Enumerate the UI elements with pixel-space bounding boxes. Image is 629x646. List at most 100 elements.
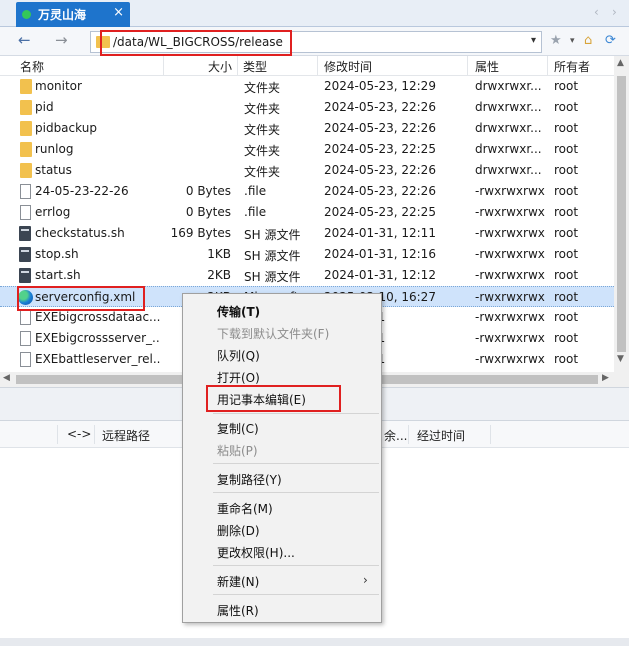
file-name: 24-05-23-22-26 bbox=[35, 184, 129, 198]
menu-item-paste: 粘贴(P) bbox=[217, 444, 258, 458]
column-remote-path[interactable]: 远程路径 bbox=[102, 427, 150, 444]
menu-item-delete[interactable]: 删除(D) bbox=[217, 522, 260, 539]
table-row[interactable]: start.sh 2KB SH 源文件 2024-01-31, 12:12 -rwxrw… bbox=[0, 265, 614, 286]
scroll-right-icon[interactable]: ▶ bbox=[602, 373, 609, 383]
refresh-icon[interactable]: ⟳ bbox=[605, 33, 616, 48]
file-name: pid bbox=[35, 100, 54, 114]
file-owner: root bbox=[554, 100, 579, 114]
file-attrs: drwxrwxr... bbox=[475, 163, 542, 177]
file-attrs: -rwxrwxrwx bbox=[475, 205, 545, 219]
file-owner: root bbox=[554, 247, 579, 261]
file-type: 文件夹 bbox=[244, 123, 281, 137]
file-attrs: drwxrwxr... bbox=[475, 121, 542, 135]
file-type: SH 源文件 bbox=[244, 249, 301, 263]
file-type: 文件夹 bbox=[244, 81, 281, 95]
column-owner[interactable]: 所有者 bbox=[554, 58, 590, 75]
tab-scroll-left-icon[interactable]: ‹ bbox=[594, 5, 599, 19]
back-icon[interactable]: ← bbox=[18, 31, 31, 49]
column-remaining[interactable]: 余... bbox=[384, 427, 407, 444]
address-toolbar: ← → /data/WL_BIGCROSS/release ▾ ★ ▾ ⌂ ⟳ bbox=[0, 27, 629, 56]
tab-scroll-right-icon[interactable]: › bbox=[612, 5, 617, 19]
file-modified: 2024-01-31, 12:12 bbox=[324, 268, 436, 282]
file-name: EXEbigcrossdataac... bbox=[35, 310, 160, 324]
file-name: start.sh bbox=[35, 268, 81, 282]
file-owner: root bbox=[554, 121, 579, 135]
file-owner: root bbox=[554, 142, 579, 156]
file-owner: root bbox=[554, 226, 579, 240]
file-attrs: -rwxrwxrwx bbox=[475, 184, 545, 198]
file-owner: root bbox=[554, 79, 579, 93]
file-modified: 2024-05-23, 22:25 bbox=[324, 142, 436, 156]
bookmark-star-icon[interactable]: ★ bbox=[550, 33, 562, 48]
table-row[interactable]: pidbackup 文件夹 2024-05-23, 22:26 drwxrwxr...… bbox=[0, 118, 614, 139]
column-modified[interactable]: 修改时间 bbox=[324, 58, 372, 75]
file-owner: root bbox=[554, 163, 579, 177]
table-row[interactable]: checkstatus.sh 169 Bytes SH 源文件 2024-01-31,… bbox=[0, 223, 614, 244]
column-type[interactable]: 类型 bbox=[243, 58, 267, 75]
file-modified: 2024-05-23, 12:29 bbox=[324, 79, 436, 93]
forward-icon[interactable]: → bbox=[55, 31, 68, 49]
column-size[interactable]: 大小 bbox=[208, 58, 232, 75]
file-owner: root bbox=[554, 205, 579, 219]
column-name[interactable]: 名称 bbox=[20, 58, 44, 75]
menu-item-rename[interactable]: 重命名(M) bbox=[217, 500, 273, 517]
file-owner: root bbox=[554, 310, 579, 324]
submenu-arrow-icon: › bbox=[363, 573, 368, 587]
table-row[interactable]: pid 文件夹 2024-05-23, 22:26 drwxrwxr... root bbox=[0, 97, 614, 118]
file-attrs: -rwxrwxrwx bbox=[475, 290, 545, 304]
column-elapsed[interactable]: 经过时间 bbox=[417, 427, 465, 444]
menu-item-open[interactable]: 打开(O) bbox=[217, 369, 260, 386]
home-folder-icon[interactable]: ⌂ bbox=[584, 33, 592, 48]
table-row[interactable]: runlog 文件夹 2024-05-23, 22:25 drwxrwxr... roo… bbox=[0, 139, 614, 160]
menu-item-copy-path[interactable]: 复制路径(Y) bbox=[217, 471, 282, 488]
file-size: 0 Bytes bbox=[185, 184, 231, 198]
file-icon bbox=[20, 310, 31, 325]
table-row[interactable]: stop.sh 1KB SH 源文件 2024-01-31, 12:16 -rwxrwx… bbox=[0, 244, 614, 265]
tab-bar: 万灵山海 × ‹ › bbox=[0, 0, 629, 27]
scroll-up-icon[interactable]: ▲ bbox=[617, 58, 624, 68]
file-owner: root bbox=[554, 268, 579, 282]
scrollbar-thumb[interactable] bbox=[617, 76, 626, 352]
file-attrs: -rwxrwxrwx bbox=[475, 310, 545, 324]
status-strip bbox=[0, 638, 629, 646]
file-name: monitor bbox=[35, 79, 82, 93]
file-attrs: -rwxrwxrwx bbox=[475, 226, 545, 240]
file-owner: root bbox=[554, 184, 579, 198]
menu-item-download-default: 下载到默认文件夹(F) bbox=[217, 327, 330, 341]
folder-icon bbox=[20, 121, 32, 136]
close-icon[interactable]: × bbox=[113, 5, 124, 20]
bookmark-dropdown-icon[interactable]: ▾ bbox=[570, 36, 575, 46]
file-owner: root bbox=[554, 331, 579, 345]
script-file-icon bbox=[19, 268, 31, 283]
column-attrs[interactable]: 属性 bbox=[475, 58, 499, 75]
path-highlight-box bbox=[100, 30, 292, 56]
tab-session[interactable]: 万灵山海 × bbox=[16, 2, 130, 27]
file-owner: root bbox=[554, 290, 579, 304]
menu-item-queue[interactable]: 队列(Q) bbox=[217, 347, 260, 364]
vertical-scrollbar[interactable]: ▲ ▼ bbox=[614, 56, 629, 387]
file-owner: root bbox=[554, 352, 579, 366]
file-type: 文件夹 bbox=[244, 165, 281, 179]
menu-item-chmod[interactable]: 更改权限(H)... bbox=[217, 544, 295, 561]
file-modified: 2024-01-31, 12:16 bbox=[324, 247, 436, 261]
table-row[interactable]: status 文件夹 2024-05-23, 22:26 drwxrwxr... roo… bbox=[0, 160, 614, 181]
file-size: 0 Bytes bbox=[185, 205, 231, 219]
file-attrs: -rwxrwxrwx bbox=[475, 247, 545, 261]
menu-item-transfer[interactable]: 传输(T) bbox=[217, 303, 260, 320]
scroll-down-icon[interactable]: ▼ bbox=[617, 354, 624, 364]
file-modified: 2024-05-23, 22:26 bbox=[324, 184, 436, 198]
file-attrs: -rwxrwxrwx bbox=[475, 268, 545, 282]
file-modified: 2024-01-31, 12:11 bbox=[324, 226, 436, 240]
file-modified: 2024-05-23, 22:26 bbox=[324, 121, 436, 135]
folder-icon bbox=[20, 163, 32, 178]
column-direction[interactable]: <-> bbox=[67, 427, 91, 441]
folder-icon bbox=[20, 79, 32, 94]
menu-item-new[interactable]: 新建(N) bbox=[217, 573, 259, 590]
table-row[interactable]: errlog 0 Bytes .file 2024-05-23, 22:25 -rwxr… bbox=[0, 202, 614, 223]
chevron-down-icon[interactable]: ▾ bbox=[531, 35, 536, 46]
menu-item-properties[interactable]: 属性(R) bbox=[217, 602, 259, 619]
table-row[interactable]: 24-05-23-22-26 0 Bytes .file 2024-05-23, 22… bbox=[0, 181, 614, 202]
table-row[interactable]: monitor 文件夹 2024-05-23, 12:29 drwxrwxr... ro… bbox=[0, 76, 614, 97]
scroll-left-icon[interactable]: ◀ bbox=[3, 373, 10, 383]
menu-item-copy[interactable]: 复制(C) bbox=[217, 420, 259, 437]
